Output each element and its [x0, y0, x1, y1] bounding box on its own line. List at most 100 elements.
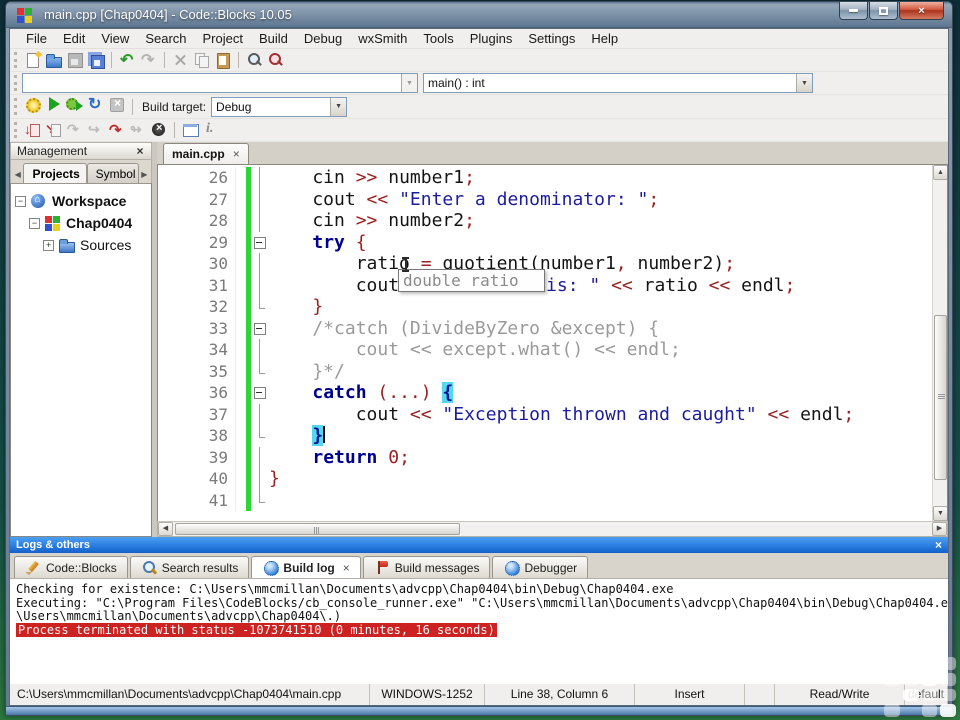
log-tab-build-log[interactable]: Build log × [251, 556, 361, 578]
menu-project[interactable]: Project [195, 29, 251, 48]
line-number[interactable]: 39 [158, 446, 236, 468]
menu-help[interactable]: Help [583, 29, 626, 48]
collapse-icon[interactable]: − [15, 195, 26, 207]
log-tab-build-messages[interactable]: Build messages [362, 556, 491, 578]
step-into-icon[interactable] [86, 121, 105, 139]
code-text[interactable]: } [267, 468, 280, 490]
horizontal-scrollbar[interactable]: ◀ ▶ [157, 521, 948, 537]
menu-file[interactable]: File [18, 29, 55, 48]
line-number[interactable]: 32 [158, 296, 236, 318]
minimize-button[interactable] [839, 2, 868, 20]
build-icon[interactable] [23, 95, 42, 113]
scroll-up-icon[interactable]: ▲ [933, 165, 947, 180]
chevron-down-icon[interactable]: ▼ [796, 74, 812, 92]
code-editor[interactable]: 26 cin >> number1; 27 cout << "Enter a de… [157, 164, 948, 521]
tree-item-sources[interactable]: + Sources [13, 234, 149, 256]
copy-icon[interactable] [192, 51, 211, 69]
run-icon[interactable] [44, 95, 63, 113]
save-all-icon[interactable] [86, 51, 105, 69]
code-text[interactable]: }*/ [267, 361, 345, 383]
line-number[interactable]: 34 [158, 339, 236, 361]
new-file-icon[interactable] [23, 51, 42, 69]
scroll-left-icon[interactable]: ◀ [158, 522, 173, 536]
tab-symbols[interactable]: Symbol [86, 163, 139, 183]
code-line-35[interactable]: 35 }*/ [158, 360, 932, 383]
line-number[interactable]: 36 [158, 382, 236, 404]
menu-search[interactable]: Search [137, 29, 194, 48]
menu-wxsmith[interactable]: wxSmith [350, 29, 415, 48]
line-number[interactable]: 37 [158, 403, 236, 425]
line-number[interactable]: 27 [158, 188, 236, 210]
log-tab-close-icon[interactable]: × [343, 561, 350, 575]
code-text[interactable]: /*catch (DivideByZero &except) { [267, 318, 659, 340]
log-tab-search-results[interactable]: Search results [129, 556, 250, 578]
function-combobox[interactable]: main() : int ▼ [423, 73, 813, 93]
code-line-36[interactable]: 36 catch (...) { [158, 382, 932, 404]
code-line-40[interactable]: 40} [158, 468, 932, 490]
menu-edit[interactable]: Edit [55, 29, 93, 48]
maximize-button[interactable] [869, 2, 898, 20]
horizontal-scroll-thumb[interactable] [175, 523, 460, 535]
fold-collapse-icon[interactable] [253, 318, 267, 340]
code-text[interactable]: cin >> number1; [267, 167, 475, 189]
code-line-38[interactable]: 38 } [158, 425, 932, 447]
scroll-right-icon[interactable]: ▶ [932, 522, 947, 536]
build-target-combobox[interactable]: Debug ▼ [211, 96, 348, 117]
code-text[interactable]: cout << "Enter a denominator: "; [267, 189, 659, 211]
various-info-icon[interactable] [202, 121, 221, 139]
vertical-scroll-thumb[interactable] [934, 315, 947, 480]
tree-item-workspace[interactable]: − Workspace [13, 190, 149, 212]
chevron-down-icon[interactable]: ▼ [330, 97, 347, 116]
tab-projects[interactable]: Projects [23, 163, 87, 183]
close-button[interactable]: × [899, 2, 944, 20]
code-line-26[interactable]: 26 cin >> number1; [158, 167, 932, 189]
code-line-34[interactable]: 34 cout << except.what() << endl; [158, 339, 932, 361]
code-text[interactable]: cout << except.what() << endl; [267, 339, 681, 361]
log-tab-debugger[interactable]: Debugger [492, 556, 589, 578]
line-number[interactable]: 26 [158, 167, 236, 189]
code-line-41[interactable]: 41 [158, 489, 932, 511]
scope-combobox[interactable]: ▼ [22, 73, 418, 93]
management-close-icon[interactable]: × [133, 144, 147, 158]
rebuild-icon[interactable] [86, 94, 105, 114]
menu-view[interactable]: View [93, 29, 137, 48]
expand-icon[interactable]: + [43, 239, 54, 251]
step-out-icon[interactable] [107, 121, 126, 139]
code-line-27[interactable]: 27 cout << "Enter a denominator: "; [158, 188, 932, 211]
code-text[interactable]: catch (...) { [267, 382, 454, 404]
scroll-left-icon[interactable]: ◀ [12, 170, 23, 183]
redo-icon[interactable] [139, 50, 158, 70]
menu-settings[interactable]: Settings [520, 29, 583, 48]
code-line-32[interactable]: 32 } [158, 296, 932, 318]
paste-icon[interactable] [213, 51, 232, 69]
code-line-29[interactable]: 29 try { [158, 231, 932, 254]
build-and-run-icon[interactable] [65, 95, 84, 113]
scroll-down-icon[interactable]: ▼ [933, 506, 947, 521]
code-line-37[interactable]: 37 cout << "Exception thrown and caught"… [158, 403, 932, 426]
logs-close-icon[interactable]: × [935, 538, 942, 552]
code-text[interactable]: cin >> number2; [267, 210, 475, 232]
code-line-33[interactable]: 33 /*catch (DivideByZero &except) { [158, 317, 932, 340]
abort-icon[interactable] [107, 95, 126, 113]
code-line-39[interactable]: 39 return 0; [158, 446, 932, 468]
save-icon[interactable] [65, 51, 84, 69]
next-line-icon[interactable] [65, 121, 84, 139]
replace-icon[interactable] [266, 51, 285, 69]
code-line-31[interactable]: 31 cout is: " << ratio << endl; [158, 274, 932, 296]
tree-item-chap0404[interactable]: − Chap0404 [13, 212, 149, 234]
tab-main-cpp[interactable]: main.cpp × [163, 143, 249, 164]
logs-panel-caption[interactable]: Logs & others × [10, 537, 948, 553]
code-text[interactable]: cout << "Exception thrown and caught" <<… [267, 404, 855, 426]
code-text[interactable]: try { [267, 232, 366, 254]
line-number[interactable]: 40 [158, 468, 236, 490]
vertical-scrollbar[interactable]: ▲ ▼ [932, 165, 947, 521]
line-number[interactable]: 29 [158, 231, 236, 253]
debugging-windows-icon[interactable] [181, 121, 200, 139]
code-text[interactable]: } [267, 296, 323, 318]
collapse-icon[interactable]: − [29, 217, 40, 229]
title-bar[interactable]: main.cpp [Chap0404] - Code::Blocks 10.05… [6, 2, 952, 28]
fold-collapse-icon[interactable] [253, 382, 267, 404]
menu-build[interactable]: Build [251, 29, 296, 48]
line-number[interactable]: 30 [158, 253, 236, 275]
line-number[interactable]: 41 [158, 489, 236, 511]
